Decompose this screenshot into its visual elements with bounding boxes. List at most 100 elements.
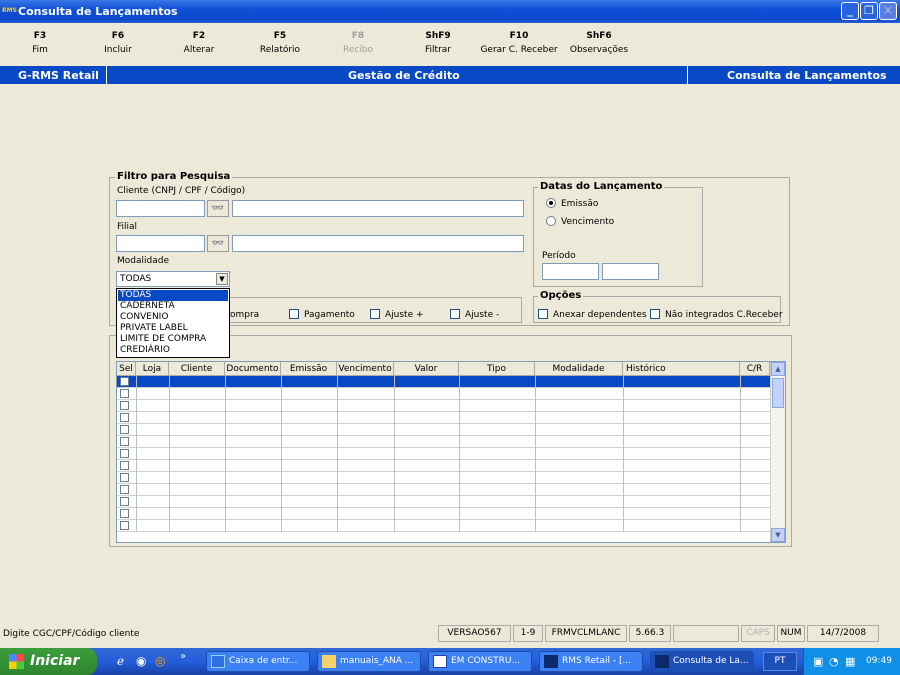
status-caps: CAPS	[741, 625, 775, 642]
row-select-checkbox[interactable]	[120, 413, 129, 422]
table-row[interactable]	[117, 507, 770, 508]
row-select-checkbox[interactable]	[120, 389, 129, 398]
search-cliente-button[interactable]: 👓	[207, 200, 229, 217]
fkey-label: Filtrar	[425, 45, 451, 55]
ie-icon[interactable]: ℯ	[117, 654, 124, 668]
row-select-checkbox[interactable]	[120, 509, 129, 518]
volume-icon[interactable]: ◔	[829, 655, 839, 668]
fim-button[interactable]: F3 Fim	[0, 31, 80, 55]
media-icon[interactable]: ◎	[155, 654, 165, 668]
modalidade-option[interactable]: LIMITE DE COMPRA	[118, 334, 228, 345]
grid-scrollbar[interactable]: ▲ ▼	[770, 362, 785, 542]
pagamento-checkbox[interactable]	[289, 309, 299, 319]
cliente-code-input[interactable]	[116, 200, 205, 217]
ajuste-mais-checkbox[interactable]	[370, 309, 380, 319]
row-select-checkbox[interactable]	[120, 473, 129, 482]
column-header-vencimento[interactable]: Vencimento	[337, 362, 394, 376]
column-header-sel[interactable]: Sel	[117, 362, 136, 376]
row-select-checkbox[interactable]	[120, 449, 129, 458]
calendar-icon[interactable]: ▦	[845, 655, 855, 668]
taskbar-item-consulta[interactable]: Consulta de La...	[650, 651, 754, 672]
taskbar-item-outlook[interactable]: Caixa de entr...	[206, 651, 310, 672]
clock[interactable]: 09:49	[866, 656, 892, 666]
scroll-down-arrow-icon[interactable]: ▼	[771, 528, 785, 542]
table-row[interactable]	[117, 423, 770, 424]
vencimento-radio[interactable]	[546, 216, 556, 226]
table-row[interactable]	[117, 399, 770, 400]
modalidade-option[interactable]: CONVENIO	[118, 312, 228, 323]
table-row[interactable]	[117, 447, 770, 448]
modalidade-option[interactable]: PRIVATE LABEL	[118, 323, 228, 334]
window-title-bar[interactable]: RMS Consulta de Lançamentos _ ❐ ✕	[0, 0, 900, 23]
browser-icon[interactable]: ◉	[136, 654, 146, 668]
row-select-checkbox[interactable]	[120, 485, 129, 494]
ajuste-menos-checkbox[interactable]	[450, 309, 460, 319]
modalidade-option[interactable]: CREDIÁRIO	[118, 345, 228, 356]
cliente-name-input[interactable]	[232, 200, 524, 217]
row-select-checkbox[interactable]	[120, 497, 129, 506]
taskbar-item-manuais[interactable]: manuais_ANA ...	[317, 651, 421, 672]
modalidade-option[interactable]: TODAS	[118, 290, 228, 301]
modalidade-select[interactable]: TODAS ▼	[116, 271, 230, 287]
grid-column-divider	[225, 376, 226, 532]
language-indicator[interactable]: PT	[763, 652, 797, 671]
taskbar-item-word[interactable]: EM CONSTRU...	[428, 651, 532, 672]
row-select-checkbox[interactable]	[120, 401, 129, 410]
observacoes-button[interactable]: ShF6 Observações	[559, 31, 639, 55]
gerar-c-receber-button[interactable]: F10 Gerar C. Receber	[479, 31, 559, 55]
column-header-modalidade[interactable]: Modalidade	[535, 362, 623, 376]
taskbar-item-label: EM CONSTRU...	[451, 656, 521, 666]
chevron-down-icon[interactable]: ▼	[216, 273, 228, 285]
close-button[interactable]: ✕	[879, 2, 897, 20]
column-header-cliente[interactable]: Cliente	[169, 362, 225, 376]
table-row[interactable]	[117, 531, 770, 532]
filtrar-button[interactable]: ShF9 Filtrar	[398, 31, 478, 55]
filial-name-input[interactable]	[232, 235, 524, 252]
modalidade-dropdown-list[interactable]: TODAS CADERNETA CONVENIO PRIVATE LABEL L…	[116, 288, 230, 358]
lancamentos-grid[interactable]: Sel Loja Cliente Documento Emissão Venci…	[116, 361, 786, 543]
alterar-button[interactable]: F2 Alterar	[159, 31, 239, 55]
quicklaunch-more-icon[interactable]: »	[180, 651, 186, 662]
taskbar: Iniciar ℯ ◉ ◎ » Caixa de entr... manuais…	[0, 648, 900, 675]
row-select-checkbox[interactable]	[120, 437, 129, 446]
relatorio-button[interactable]: F5 Relatório	[240, 31, 320, 55]
taskbar-item-rms-retail[interactable]: RMS Retail - [...	[539, 651, 643, 672]
incluir-button[interactable]: F6 Incluir	[78, 31, 158, 55]
minimize-button[interactable]: _	[841, 2, 859, 20]
column-header-emissao[interactable]: Emissão	[281, 362, 337, 376]
row-select-checkbox[interactable]	[120, 521, 129, 530]
row-select-checkbox[interactable]	[120, 461, 129, 470]
modalidade-option[interactable]: CADERNETA	[118, 301, 228, 312]
table-row[interactable]	[117, 519, 770, 520]
emissao-radio[interactable]	[546, 198, 556, 208]
filial-code-input[interactable]	[116, 235, 205, 252]
table-row[interactable]	[117, 495, 770, 496]
search-filial-button[interactable]: 👓	[207, 235, 229, 252]
table-row[interactable]	[117, 483, 770, 484]
column-header-historico[interactable]: Histórico	[623, 362, 740, 376]
table-row[interactable]	[117, 471, 770, 472]
table-row[interactable]	[117, 411, 770, 412]
table-row[interactable]	[117, 459, 770, 460]
nao-integrados-checkbox[interactable]	[650, 309, 660, 319]
scroll-up-arrow-icon[interactable]: ▲	[771, 362, 785, 376]
table-row[interactable]	[117, 387, 770, 388]
periodo-end-input[interactable]	[602, 263, 659, 280]
status-date: 14/7/2008	[807, 625, 879, 642]
row-select-checkbox[interactable]	[120, 377, 129, 386]
maximize-button[interactable]: ❐	[860, 2, 878, 20]
fkey-label: Observações	[569, 45, 629, 55]
periodo-start-input[interactable]	[542, 263, 599, 280]
column-header-tipo[interactable]: Tipo	[459, 362, 535, 376]
scroll-thumb[interactable]	[772, 378, 784, 408]
row-select-checkbox[interactable]	[120, 425, 129, 434]
status-empty	[673, 625, 739, 642]
column-header-documento[interactable]: Documento	[225, 362, 281, 376]
network-icon[interactable]: ▣	[813, 655, 823, 668]
start-button[interactable]: Iniciar	[0, 648, 97, 675]
anexar-dependentes-checkbox[interactable]	[538, 309, 548, 319]
table-row[interactable]	[117, 435, 770, 436]
column-header-cr[interactable]: C/R	[740, 362, 770, 376]
column-header-loja[interactable]: Loja	[136, 362, 169, 376]
column-header-valor[interactable]: Valor	[394, 362, 459, 376]
